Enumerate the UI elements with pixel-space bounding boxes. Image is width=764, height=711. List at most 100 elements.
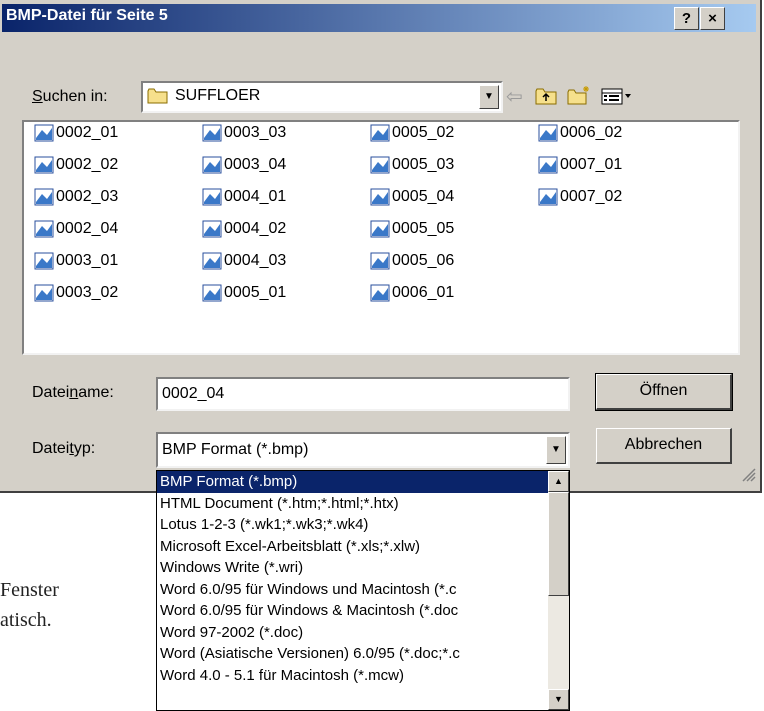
bitmap-file-icon — [202, 188, 222, 206]
bitmap-file-icon — [34, 188, 54, 206]
bitmap-file-icon — [202, 284, 222, 302]
file-item-label: 0004_01 — [224, 188, 287, 206]
file-item[interactable]: 0002_04 — [34, 220, 118, 244]
filetype-dropdown-button[interactable]: ▼ — [546, 436, 566, 464]
file-item[interactable]: 0007_02 — [538, 188, 622, 212]
up-folder-icon[interactable] — [534, 85, 558, 109]
bitmap-file-icon — [34, 220, 54, 238]
cancel-button-label: Abbrechen — [624, 436, 703, 453]
bitmap-file-icon — [370, 284, 390, 302]
scroll-thumb[interactable] — [548, 492, 569, 596]
file-item[interactable]: 0002_02 — [34, 156, 118, 180]
file-list[interactable]: 0002_01 0002_02 0002_03 0002_04 0003_01 0003_… — [22, 120, 740, 355]
scroll-down-button[interactable]: ▼ — [548, 689, 569, 710]
file-item[interactable]: 0005_03 — [370, 156, 454, 180]
file-item[interactable]: 0003_02 — [34, 284, 118, 308]
bitmap-file-icon — [538, 124, 558, 142]
file-item[interactable]: 0005_04 — [370, 188, 454, 212]
bitmap-file-icon — [370, 252, 390, 270]
open-button[interactable]: Öffnen — [595, 373, 733, 411]
file-item-label: 0006_01 — [392, 284, 455, 302]
file-item-label: 0002_03 — [56, 188, 119, 206]
resize-grip-icon[interactable] — [740, 466, 756, 487]
filetype-dropdown-list[interactable]: BMP Format (*.bmp) HTML Document (*.htm;*… — [156, 470, 570, 711]
filetype-option[interactable]: Microsoft Excel-Arbeitsblatt (*.xls;*.xl… — [157, 536, 569, 558]
title-bar: BMP-Datei für Seite 5 ? × — [2, 4, 756, 32]
file-item[interactable]: 0003_01 — [34, 252, 118, 276]
bitmap-file-icon — [370, 156, 390, 174]
file-item-label: 0005_01 — [224, 284, 287, 302]
file-item-label: 0004_02 — [224, 220, 287, 238]
file-item[interactable]: 0002_03 — [34, 188, 118, 212]
file-item-label: 0003_03 — [224, 124, 287, 142]
filetype-option[interactable]: BMP Format (*.bmp) — [157, 471, 569, 493]
file-item[interactable]: 0004_03 — [202, 252, 286, 276]
file-item-label: 0004_03 — [224, 252, 287, 270]
back-icon[interactable]: ⇦ — [506, 85, 523, 109]
filetype-value: BMP Format (*.bmp) — [162, 441, 309, 458]
file-item[interactable]: 0007_01 — [538, 156, 622, 180]
help-button[interactable]: ? — [674, 7, 699, 30]
filename-label: Dateiname: — [32, 384, 114, 401]
file-item[interactable]: 0006_01 — [370, 284, 454, 308]
view-menu-icon[interactable] — [600, 85, 632, 109]
close-button[interactable]: × — [700, 7, 725, 30]
filetype-option[interactable]: Lotus 1-2-3 (*.wk1;*.wk3;*.wk4) — [157, 514, 569, 536]
filetype-option[interactable]: Word 6.0/95 für Windows und Macintosh (*… — [157, 579, 569, 601]
bitmap-file-icon — [538, 156, 558, 174]
background-text-line-1: Fenster — [0, 579, 59, 601]
file-item-label: 0005_05 — [392, 220, 455, 238]
scroll-up-button[interactable]: ▲ — [548, 471, 569, 492]
file-item-label: 0002_04 — [56, 220, 119, 238]
file-item-label: 0005_03 — [392, 156, 455, 174]
file-item[interactable]: 0005_02 — [370, 124, 454, 148]
file-item-label: 0002_02 — [56, 156, 119, 174]
file-item-label: 0006_02 — [560, 124, 623, 142]
dropdown-scrollbar[interactable]: ▲ ▼ — [548, 471, 569, 710]
file-item-label: 0007_01 — [560, 156, 623, 174]
filename-input[interactable]: 0002_04 — [156, 377, 570, 411]
lookin-combobox[interactable]: SUFFLOER ▼ — [141, 81, 503, 113]
bitmap-file-icon — [202, 220, 222, 238]
file-item[interactable]: 0003_04 — [202, 156, 286, 180]
bitmap-file-icon — [202, 252, 222, 270]
background-text-line-2: atisch. — [0, 609, 52, 631]
file-item[interactable]: 0003_03 — [202, 124, 286, 148]
file-item[interactable]: 0006_02 — [538, 124, 622, 148]
file-item-label: 0003_04 — [224, 156, 287, 174]
file-open-dialog: BMP-Datei für Seite 5 ? × Suchen in: SUF… — [0, 0, 762, 493]
new-folder-icon[interactable] — [566, 85, 592, 109]
file-item-label: 0002_01 — [56, 124, 119, 142]
bitmap-file-icon — [34, 124, 54, 142]
filetype-option[interactable]: Windows Write (*.wri) — [157, 557, 569, 579]
filename-value: 0002_04 — [162, 385, 225, 402]
dialog-title: BMP-Datei für Seite 5 — [6, 7, 168, 24]
file-item[interactable]: 0002_01 — [34, 124, 118, 148]
file-item[interactable]: 0004_02 — [202, 220, 286, 244]
file-item[interactable]: 0004_01 — [202, 188, 286, 212]
file-item-label: 0007_02 — [560, 188, 623, 206]
filetype-combobox[interactable]: BMP Format (*.bmp) ▼ — [156, 432, 570, 468]
lookin-dropdown-button[interactable]: ▼ — [479, 85, 499, 109]
file-item-label: 0005_04 — [392, 188, 455, 206]
folder-icon — [147, 87, 169, 110]
file-item-label: 0003_01 — [56, 252, 119, 270]
filetype-option[interactable]: Word 6.0/95 für Windows & Macintosh (*.d… — [157, 600, 569, 622]
file-item-label: 0005_02 — [392, 124, 455, 142]
file-item[interactable]: 0005_06 — [370, 252, 454, 276]
filetype-option[interactable]: Word 97-2002 (*.doc) — [157, 622, 569, 644]
bitmap-file-icon — [370, 124, 390, 142]
file-item[interactable]: 0005_05 — [370, 220, 454, 244]
bitmap-file-icon — [370, 220, 390, 238]
filetype-option[interactable]: Word 4.0 - 5.1 für Macintosh (*.mcw) — [157, 665, 569, 687]
bitmap-file-icon — [34, 252, 54, 270]
cancel-button[interactable]: Abbrechen — [596, 428, 732, 464]
file-item[interactable]: 0005_01 — [202, 284, 286, 308]
bitmap-file-icon — [538, 188, 558, 206]
filetype-option[interactable]: Word (Asiatische Versionen) 6.0/95 (*.do… — [157, 643, 569, 665]
bitmap-file-icon — [34, 156, 54, 174]
file-item-label: 0003_02 — [56, 284, 119, 302]
bitmap-file-icon — [202, 124, 222, 142]
filetype-option[interactable]: HTML Document (*.htm;*.html;*.htx) — [157, 493, 569, 515]
lookin-value: SUFFLOER — [175, 87, 261, 104]
